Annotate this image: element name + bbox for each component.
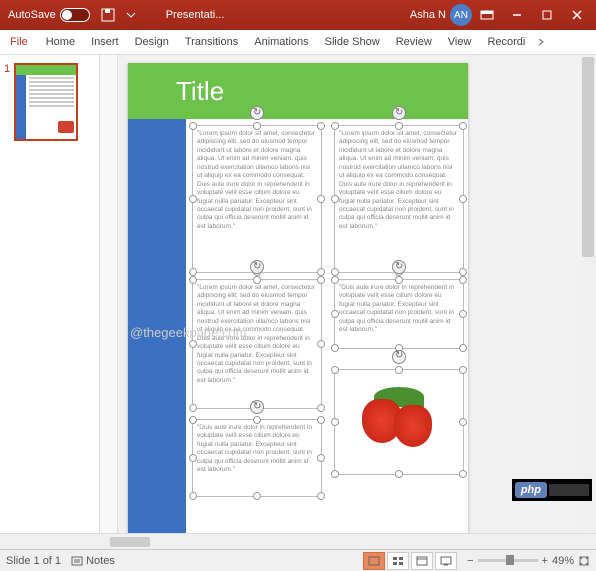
- slide-canvas[interactable]: Title "Lorem ipsum dolor sit amet, conse…: [100, 55, 596, 533]
- save-icon[interactable]: [100, 7, 116, 23]
- slideshow-button[interactable]: [435, 552, 457, 570]
- slide-sidebar-shape[interactable]: [128, 119, 186, 533]
- rotate-handle-icon[interactable]: [392, 106, 406, 120]
- title-bar: AutoSave Presentati... Asha N AN: [0, 0, 596, 30]
- image-placeholder[interactable]: [334, 369, 464, 475]
- toggle-switch-icon[interactable]: [60, 8, 90, 22]
- zoom-slider[interactable]: [478, 559, 538, 562]
- zoom-in-button[interactable]: +: [542, 555, 548, 567]
- slide-counter[interactable]: Slide 1 of 1: [6, 555, 61, 567]
- tab-recording[interactable]: Recordi: [479, 30, 533, 54]
- strawberry-image: [354, 387, 444, 457]
- php-label: php: [515, 482, 547, 498]
- zoom-out-button[interactable]: −: [467, 555, 473, 567]
- close-button[interactable]: [562, 3, 592, 27]
- rotate-handle-icon[interactable]: [250, 260, 264, 274]
- user-account[interactable]: Asha N AN: [410, 4, 472, 26]
- scrollbar-thumb[interactable]: [582, 57, 594, 257]
- zoom-controls: − + 49%: [467, 555, 590, 567]
- textbox-4[interactable]: "Duis aute irure dolor in reprehenderit …: [334, 279, 464, 349]
- reading-view-button[interactable]: [411, 552, 433, 570]
- slide-thumbnail[interactable]: [14, 63, 78, 141]
- tab-design[interactable]: Design: [127, 30, 177, 54]
- autosave-label: AutoSave: [8, 9, 56, 21]
- tab-file[interactable]: File: [0, 30, 38, 54]
- thumbnail-number: 1: [4, 63, 10, 75]
- rotate-handle-icon[interactable]: [250, 400, 264, 414]
- zoom-value[interactable]: 49%: [552, 555, 574, 567]
- textbox-1[interactable]: "Lorem ipsum dolor sit amet, consectetur…: [192, 125, 322, 273]
- php-badge: php: [512, 479, 592, 501]
- textbox-5[interactable]: "Duis aute irure dolor in reprehenderit …: [192, 419, 322, 497]
- tab-animations[interactable]: Animations: [246, 30, 316, 54]
- tab-transitions[interactable]: Transitions: [177, 30, 246, 54]
- rotate-handle-icon[interactable]: [392, 260, 406, 274]
- notes-button[interactable]: Notes: [71, 555, 115, 567]
- zoom-slider-thumb[interactable]: [506, 555, 514, 565]
- normal-view-button[interactable]: [363, 552, 385, 570]
- textbox-3[interactable]: "Lorem ipsum dolor sit amet, consectetur…: [192, 279, 322, 409]
- view-buttons: [363, 552, 457, 570]
- textbox-2[interactable]: "Lorem ipsum dolor sit amet, consectetur…: [334, 125, 464, 273]
- textbox-3-text: "Lorem ipsum dolor sit amet, consectetur…: [197, 284, 315, 384]
- tab-slideshow[interactable]: Slide Show: [317, 30, 388, 54]
- ribbon-display-icon[interactable]: [472, 3, 502, 27]
- notes-label: Notes: [86, 555, 115, 567]
- scrollbar-thumb[interactable]: [110, 537, 150, 547]
- tab-review[interactable]: Review: [388, 30, 440, 54]
- avatar: AN: [450, 4, 472, 26]
- slide-sorter-button[interactable]: [387, 552, 409, 570]
- thumbnail-panel: 1: [0, 55, 100, 533]
- textbox-2-text: "Lorem ipsum dolor sit amet, consectetur…: [339, 130, 457, 230]
- tab-view[interactable]: View: [440, 30, 480, 54]
- maximize-button[interactable]: [532, 3, 562, 27]
- vertical-ruler: [100, 55, 118, 533]
- vertical-scrollbar[interactable]: [580, 55, 596, 533]
- slide-title-box[interactable]: Title: [128, 63, 468, 119]
- tab-insert[interactable]: Insert: [83, 30, 127, 54]
- thumbnail-item[interactable]: 1: [4, 63, 95, 141]
- slide-content-area: "Lorem ipsum dolor sit amet, consectetur…: [186, 119, 468, 533]
- status-bar: Slide 1 of 1 Notes − + 49%: [0, 549, 596, 571]
- username-label: Asha N: [410, 9, 446, 21]
- ribbon-tabs: File Home Insert Design Transitions Anim…: [0, 30, 596, 55]
- minimize-button[interactable]: [502, 3, 532, 27]
- textbox-5-text: "Duis aute irure dolor in reprehenderit …: [197, 424, 312, 473]
- ribbon-overflow-icon[interactable]: [533, 37, 549, 47]
- main-area: 1 Title: [0, 55, 596, 533]
- slide[interactable]: Title "Lorem ipsum dolor sit amet, conse…: [128, 63, 468, 533]
- tab-home[interactable]: Home: [38, 30, 83, 54]
- horizontal-scrollbar[interactable]: [0, 533, 596, 549]
- autosave-toggle[interactable]: AutoSave: [4, 8, 94, 22]
- undo-dropdown-icon[interactable]: [116, 3, 146, 27]
- fit-to-window-button[interactable]: [578, 555, 590, 567]
- textbox-1-text: "Lorem ipsum dolor sit amet, consectetur…: [197, 130, 315, 230]
- rotate-handle-icon[interactable]: [250, 106, 264, 120]
- document-title: Presentati...: [166, 9, 225, 21]
- textbox-4-text: "Duis aute irure dolor in reprehenderit …: [339, 284, 454, 333]
- rotate-handle-icon[interactable]: [392, 350, 406, 364]
